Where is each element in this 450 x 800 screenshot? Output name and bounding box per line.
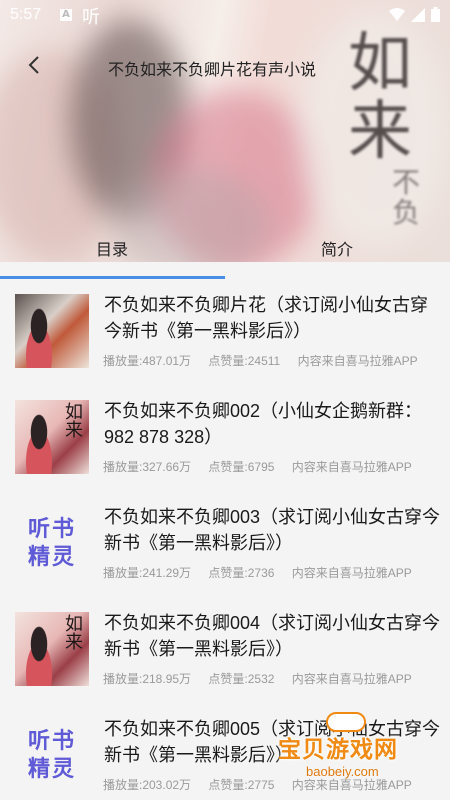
title-bar: 不负如来不负卿片花有声小说	[0, 44, 450, 88]
tab-bar: 目录 简介	[0, 228, 450, 280]
source-label: 内容来自喜马拉雅APP	[291, 566, 412, 580]
list-item[interactable]: 如来 不负如来不负卿004（求订阅小仙女古穿今新书《第一黑料影后》） 播放量:2…	[0, 598, 450, 704]
episode-title: 不负如来不负卿片花（求订阅小仙女古穿今新书《第一黑料影后》）	[104, 295, 428, 341]
episode-thumbnail: 如来	[15, 400, 89, 474]
play-count: 播放量:218.95万	[103, 672, 192, 686]
like-count: 点赞量:24511	[208, 354, 281, 368]
page-title: 不负如来不负卿片花有声小说	[108, 62, 317, 79]
episode-title: 不负如来不负卿003（求订阅小仙女古穿今新书《第一黑料影后》）	[104, 507, 441, 553]
episode-title: 不负如来不负卿002（小仙女企鹅新群：982 878 328）	[104, 401, 423, 447]
site-watermark: 宝贝游戏网 baobeiy.com	[262, 712, 432, 792]
app-logo-thumbnail: 听书 精灵	[15, 506, 89, 580]
episode-meta: 播放量:241.29万 点赞量:2736 内容来自喜马拉雅APP	[103, 564, 426, 581]
list-item[interactable]: 如来 不负如来不负卿002（小仙女企鹅新群：982 878 328） 播放量:3…	[0, 386, 450, 492]
episode-meta: 播放量:487.01万 点赞量:24511 内容来自喜马拉雅APP	[103, 352, 432, 369]
tab-intro[interactable]: 简介	[321, 236, 353, 260]
thumbnail-calligraphy: 如来	[65, 402, 83, 441]
signal-icon	[411, 7, 425, 22]
like-count: 点赞量:2736	[208, 566, 275, 580]
like-count: 点赞量:6795	[208, 460, 275, 474]
app-logo-thumbnail: 听书 精灵	[15, 718, 89, 792]
source-label: 内容来自喜马拉雅APP	[291, 672, 412, 686]
watermark-url: baobeiy.com	[306, 764, 379, 779]
list-item[interactable]: 不负如来不负卿片花（求订阅小仙女古穿今新书《第一黑料影后》） 播放量:487.0…	[0, 280, 450, 386]
listen-app-icon: 听	[82, 7, 100, 28]
notification-a-icon: A	[60, 9, 72, 21]
episode-title: 不负如来不负卿004（求订阅小仙女古穿今新书《第一黑料影后》）	[104, 613, 441, 659]
logo-text: 精灵	[27, 756, 76, 782]
play-count: 播放量:241.29万	[103, 566, 192, 580]
episode-thumbnail: 如来	[15, 612, 89, 686]
episode-meta: 播放量:327.66万 点赞量:6795 内容来自喜马拉雅APP	[103, 458, 426, 475]
play-count: 播放量:487.01万	[103, 354, 192, 368]
tab-selected-indicator	[0, 276, 225, 279]
battery-icon	[431, 7, 440, 22]
episode-meta: 播放量:218.95万 点赞量:2532 内容来自喜马拉雅APP	[103, 670, 426, 687]
play-count: 播放量:203.02万	[103, 778, 192, 792]
episode-thumbnail	[15, 294, 89, 368]
status-time: 5:57	[10, 6, 42, 23]
logo-text: 听书	[27, 728, 76, 754]
book-cover-banner: 如来 不负	[0, 0, 450, 262]
tab-catalog[interactable]: 目录	[96, 236, 128, 260]
play-count: 播放量:327.66万	[103, 460, 192, 474]
source-label: 内容来自喜马拉雅APP	[291, 460, 412, 474]
like-count: 点赞量:2532	[208, 672, 275, 686]
logo-text: 精灵	[27, 544, 76, 570]
source-label: 内容来自喜马拉雅APP	[297, 354, 418, 368]
list-item[interactable]: 听书 精灵 不负如来不负卿003（求订阅小仙女古穿今新书《第一黑料影后》） 播放…	[0, 492, 450, 598]
thumbnail-calligraphy: 如来	[65, 614, 83, 653]
status-bar: 5:57 A 听	[0, 0, 450, 30]
cover-calligraphy-small: 不负	[392, 166, 421, 229]
back-arrow-icon[interactable]	[24, 54, 46, 76]
watermark-name: 宝贝游戏网	[278, 737, 398, 763]
gamepad-icon	[326, 712, 366, 732]
logo-text: 听书	[27, 516, 76, 542]
wifi-icon	[389, 7, 405, 21]
